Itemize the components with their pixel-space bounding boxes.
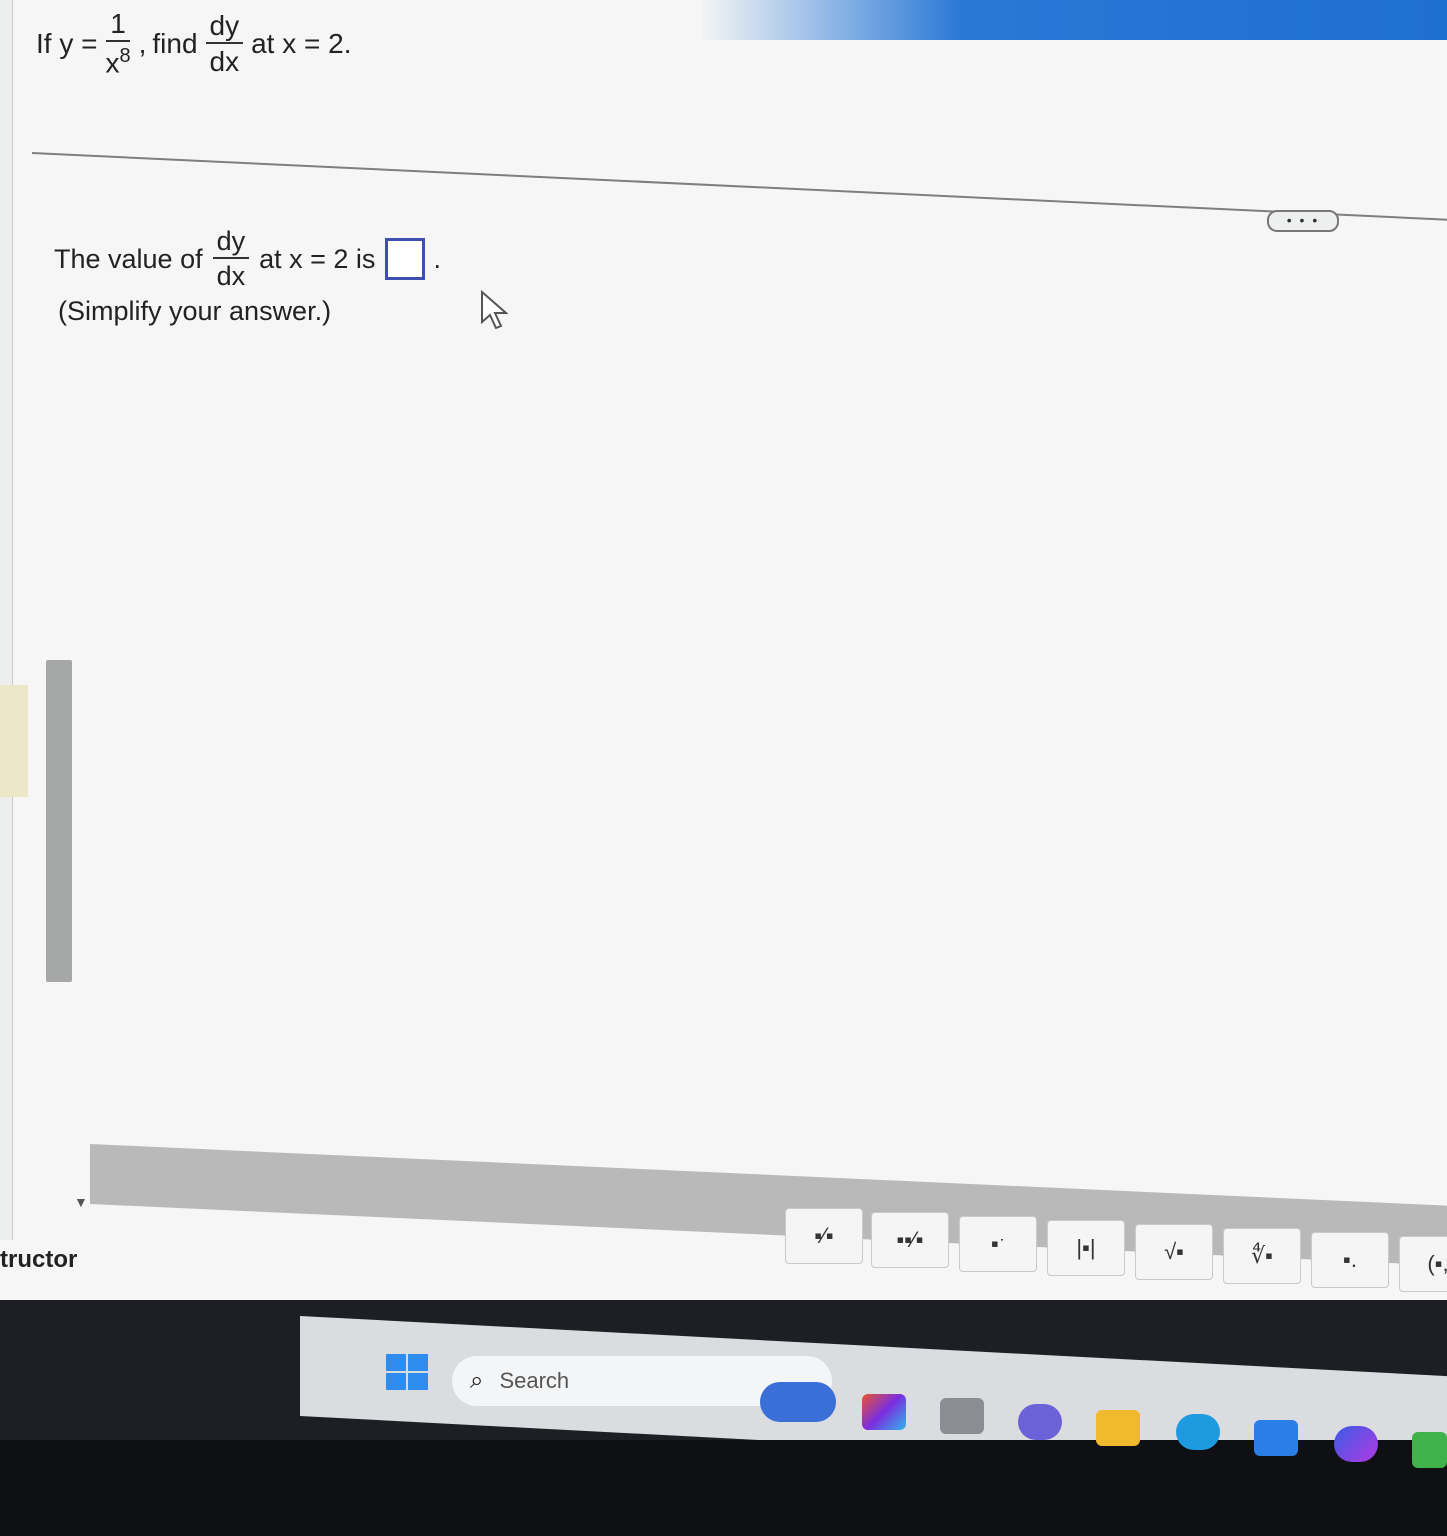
ordered-pair-button[interactable]: (▪, (1399, 1236, 1447, 1292)
denominator-base: x (105, 47, 120, 79)
scrollbar-thumb[interactable] (46, 660, 72, 982)
widgets-icon[interactable] (760, 1382, 836, 1422)
exponent-icon: ▪ˑ (991, 1231, 1005, 1256)
question-page: ▼ If y = 1 x8 , find dy dx at x = 2. • •… (0, 0, 1447, 1310)
derivative-denominator: dx (209, 45, 240, 77)
answer-statement: The value of dy dx at x = 2 is . (54, 228, 441, 290)
file-explorer-icon[interactable] (1096, 1410, 1140, 1446)
left-panel-tab[interactable] (0, 685, 28, 797)
left-panel-edge (0, 0, 13, 1240)
more-options-button[interactable]: • • • (1267, 210, 1339, 232)
edge-browser-icon[interactable] (1176, 1414, 1220, 1450)
search-icon: ⌕ (470, 1367, 484, 1394)
search-placeholder: Search (499, 1368, 570, 1393)
square-root-icon: √▪ (1164, 1239, 1184, 1264)
premiere-app-icon[interactable] (862, 1394, 906, 1430)
video-chat-icon[interactable] (1018, 1404, 1062, 1440)
answer-prefix: The value of (54, 243, 203, 274)
taskbar-shadow (0, 1440, 1447, 1536)
ordered-pair-icon: (▪, (1427, 1251, 1447, 1276)
denominator-exponent: 8 (119, 45, 131, 67)
answer-suffix: at x = 2 is (259, 243, 376, 274)
mixed-number-icon: ▪▪⁄▪ (896, 1227, 924, 1252)
decimal-button[interactable]: ▪. (1311, 1232, 1389, 1288)
function-denominator: x8 (105, 42, 130, 77)
fraction-button[interactable]: ▪⁄▪ (785, 1208, 863, 1264)
absolute-value-button[interactable]: |▪| (1047, 1220, 1125, 1276)
exponent-button[interactable]: ▪ˑ (959, 1216, 1037, 1272)
function-numerator: 1 (106, 10, 130, 42)
derivative-fraction: dy dx (205, 11, 244, 77)
question-comma: , (138, 27, 147, 59)
header-bar (700, 0, 1447, 40)
copilot-icon[interactable] (1334, 1426, 1378, 1462)
scroll-down-icon[interactable]: ▼ (74, 1194, 88, 1210)
nth-root-icon: ∜▪ (1251, 1243, 1273, 1268)
question-text: If y = 1 x8 , find dy dx at x = 2. (36, 10, 352, 77)
windows-start-icon[interactable] (386, 1354, 428, 1390)
question-prefix: If y = (36, 27, 98, 59)
function-fraction: 1 x8 (105, 10, 130, 77)
question-suffix: at x = 2. (251, 27, 352, 59)
nth-root-button[interactable]: ∜▪ (1223, 1228, 1301, 1284)
answer-derivative-denominator: dx (216, 261, 246, 291)
mixed-number-button[interactable]: ▪▪⁄▪ (871, 1212, 949, 1268)
answer-derivative-numerator: dy (212, 228, 250, 259)
derivative-numerator: dy (205, 11, 244, 44)
store-app-icon[interactable] (1412, 1432, 1447, 1468)
square-root-button[interactable]: √▪ (1135, 1224, 1213, 1280)
decimal-icon: ▪. (1343, 1247, 1357, 1272)
answer-period: . (433, 243, 441, 274)
sidebar-label: tructor (0, 1246, 78, 1273)
section-divider (31, 152, 1447, 221)
answer-input[interactable] (385, 238, 426, 280)
question-find: find (152, 27, 198, 59)
answer-derivative-fraction: dy dx (212, 228, 250, 291)
fraction-icon: ▪⁄▪ (814, 1223, 834, 1248)
absolute-value-icon: |▪| (1076, 1235, 1096, 1260)
task-view-icon[interactable] (940, 1398, 984, 1434)
answer-hint: (Simplify your answer.) (58, 296, 332, 326)
math-palette: ▪⁄▪ ▪▪⁄▪ ▪ˑ |▪| √▪ ∜▪ ▪. (▪, (785, 1208, 1447, 1308)
mail-icon[interactable] (1254, 1420, 1298, 1456)
mouse-cursor-icon (481, 290, 508, 330)
